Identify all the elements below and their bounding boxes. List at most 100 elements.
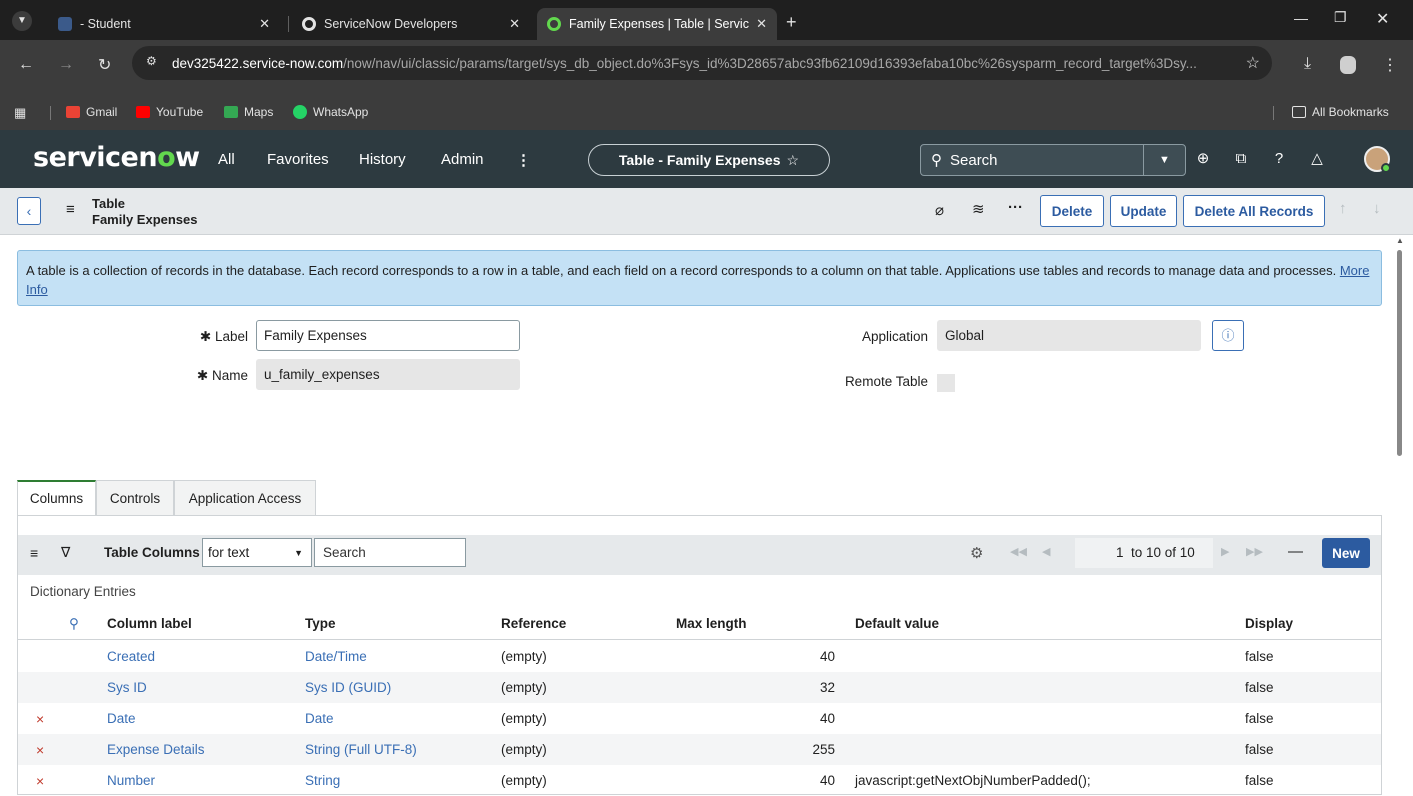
close-icon[interactable]: ✕ bbox=[756, 16, 767, 32]
avatar[interactable] bbox=[1364, 146, 1391, 173]
nav-admin[interactable]: Admin bbox=[441, 151, 484, 168]
attachment-icon[interactable]: ⌀ bbox=[935, 201, 944, 219]
nav-favorites[interactable]: Favorites bbox=[267, 151, 329, 168]
extension-icon[interactable] bbox=[1340, 56, 1356, 74]
more-kebab-icon[interactable]: ⋮ bbox=[516, 151, 531, 169]
next-record-icon[interactable]: ↓ bbox=[1373, 200, 1381, 217]
page-scrollbar[interactable]: ▲ bbox=[1395, 236, 1405, 790]
delete-button[interactable]: Delete bbox=[1040, 195, 1104, 227]
header-display[interactable]: Display bbox=[1245, 616, 1293, 631]
help-icon[interactable]: ? bbox=[1270, 150, 1288, 168]
apps-grid-icon[interactable]: ▦ bbox=[14, 105, 26, 121]
tab-controls[interactable]: Controls bbox=[96, 480, 174, 516]
display-cell: false bbox=[1245, 680, 1274, 695]
servicenow-logo[interactable]: servicenow bbox=[33, 142, 200, 173]
context-pill[interactable]: Table - Family Expenses ☆ bbox=[588, 144, 830, 176]
delete-row-icon[interactable]: × bbox=[36, 742, 44, 758]
more-options-icon[interactable]: ··· bbox=[1008, 199, 1023, 216]
type-link[interactable]: String bbox=[305, 773, 340, 788]
menu-kebab-icon[interactable]: ⋮ bbox=[1382, 55, 1398, 75]
scroll-up-icon[interactable]: ▲ bbox=[1396, 236, 1404, 245]
browser-tab-servicenow-developers[interactable]: ServiceNow Developers ✕ bbox=[292, 8, 530, 40]
forward-arrow-icon[interactable]: → bbox=[58, 56, 74, 74]
chat-icon[interactable]: ⧉ bbox=[1232, 150, 1250, 168]
header-reference[interactable]: Reference bbox=[501, 616, 566, 631]
list-search-input[interactable]: Search bbox=[314, 538, 466, 567]
globe-icon[interactable]: ⊕ bbox=[1194, 150, 1212, 168]
delete-all-records-button[interactable]: Delete All Records bbox=[1183, 195, 1325, 227]
previous-page-icon[interactable]: ◀ bbox=[1042, 545, 1050, 558]
column-label-link[interactable]: Expense Details bbox=[107, 742, 205, 757]
first-page-icon[interactable]: ◀◀ bbox=[1010, 545, 1027, 558]
list-settings-gear-icon[interactable]: ⚙ bbox=[970, 544, 983, 562]
scrollbar-thumb[interactable] bbox=[1397, 250, 1402, 456]
bookmark-youtube[interactable]: YouTube bbox=[136, 105, 203, 119]
folder-icon bbox=[1292, 106, 1306, 118]
display-cell: false bbox=[1245, 711, 1274, 726]
section-title: Dictionary Entries bbox=[30, 584, 136, 599]
form-menu-icon[interactable]: ≡ bbox=[66, 201, 75, 218]
close-icon[interactable]: ✕ bbox=[509, 16, 520, 32]
browser-tab-family-expenses[interactable]: Family Expenses | Table | Servic ✕ bbox=[537, 8, 777, 40]
bookmark-gmail[interactable]: Gmail bbox=[66, 105, 117, 119]
close-icon[interactable]: ✕ bbox=[259, 16, 270, 32]
name-field-label: ✱ Name bbox=[150, 368, 248, 384]
remote-table-checkbox[interactable] bbox=[937, 374, 955, 392]
bookmark-whatsapp[interactable]: WhatsApp bbox=[293, 105, 368, 119]
header-column-label[interactable]: Column label bbox=[107, 616, 192, 631]
related-list: ≡ ∇ Table Columns for text ▼ Search ⚙ ◀◀ … bbox=[17, 515, 1382, 795]
restore-icon[interactable]: ❐ bbox=[1334, 9, 1347, 26]
search-field-select[interactable]: for text ▼ bbox=[202, 538, 312, 567]
all-bookmarks[interactable]: All Bookmarks bbox=[1292, 105, 1389, 119]
column-label-link[interactable]: Date bbox=[107, 711, 136, 726]
minimize-icon[interactable]: — bbox=[1294, 10, 1308, 26]
back-arrow-icon[interactable]: ← bbox=[18, 56, 34, 74]
column-label-link[interactable]: Number bbox=[107, 773, 155, 788]
previous-record-icon[interactable]: ↑ bbox=[1339, 200, 1347, 217]
type-link[interactable]: Sys ID (GUID) bbox=[305, 680, 391, 695]
last-page-icon[interactable]: ▶▶ bbox=[1246, 545, 1263, 558]
header-type[interactable]: Type bbox=[305, 616, 336, 631]
back-button[interactable]: ‹ bbox=[17, 197, 41, 225]
favorite-star-icon[interactable]: ☆ bbox=[787, 152, 800, 169]
bookmark-star-icon[interactable]: ☆ bbox=[1246, 53, 1260, 73]
personalize-icon[interactable]: ≋ bbox=[972, 200, 985, 218]
search-scope-dropdown[interactable]: ▼ bbox=[1143, 145, 1185, 175]
download-icon[interactable]: ⤓ bbox=[1304, 55, 1311, 73]
info-icon[interactable]: ⓘ bbox=[1212, 320, 1244, 351]
bookmarks-bar: ▦ Gmail YouTube Maps WhatsApp All Bookma… bbox=[0, 96, 1413, 130]
column-label-link[interactable]: Sys ID bbox=[107, 680, 147, 695]
type-link[interactable]: Date bbox=[305, 711, 334, 726]
collapse-icon[interactable]: — bbox=[1288, 543, 1303, 560]
list-menu-icon[interactable]: ≡ bbox=[30, 545, 38, 561]
column-search-icon[interactable]: ⚲ bbox=[69, 616, 79, 632]
label-input[interactable]: Family Expenses bbox=[256, 320, 520, 351]
type-link[interactable]: String (Full UTF-8) bbox=[305, 742, 417, 757]
address-bar[interactable]: ⚙ dev325422.service-now.com/now/nav/ui/c… bbox=[132, 46, 1272, 80]
filter-icon[interactable]: ∇ bbox=[61, 544, 70, 561]
delete-row-icon[interactable]: × bbox=[36, 773, 44, 789]
header-default-value[interactable]: Default value bbox=[855, 616, 939, 631]
servicenow-favicon-icon bbox=[302, 17, 316, 31]
tab-search-icon[interactable]: ▼ bbox=[12, 11, 32, 31]
type-link[interactable]: Date/Time bbox=[305, 649, 367, 664]
new-tab-icon[interactable]: + bbox=[786, 12, 797, 33]
nav-all[interactable]: All bbox=[218, 151, 235, 168]
reload-icon[interactable]: ↻ bbox=[98, 55, 111, 75]
header-max-length[interactable]: Max length bbox=[676, 616, 747, 631]
browser-tab-student[interactable]: - Student ✕ bbox=[48, 8, 280, 40]
next-page-icon[interactable]: ▶ bbox=[1221, 545, 1229, 558]
close-window-icon[interactable]: ✕ bbox=[1376, 9, 1389, 29]
bookmark-maps[interactable]: Maps bbox=[224, 105, 273, 119]
bell-icon[interactable]: △ bbox=[1308, 150, 1326, 168]
global-search[interactable]: ⚲ Search ▼ bbox=[920, 144, 1186, 176]
site-settings-icon[interactable]: ⚙ bbox=[146, 54, 157, 68]
new-button[interactable]: New bbox=[1322, 538, 1370, 568]
column-label-link[interactable]: Created bbox=[107, 649, 155, 664]
delete-row-icon[interactable]: × bbox=[36, 711, 44, 727]
tab-columns[interactable]: Columns bbox=[17, 480, 96, 516]
tab-application-access[interactable]: Application Access bbox=[174, 480, 316, 516]
nav-history[interactable]: History bbox=[359, 151, 406, 168]
update-button[interactable]: Update bbox=[1110, 195, 1177, 227]
pagination-text: 1 to 10 of 10 bbox=[1116, 545, 1195, 560]
